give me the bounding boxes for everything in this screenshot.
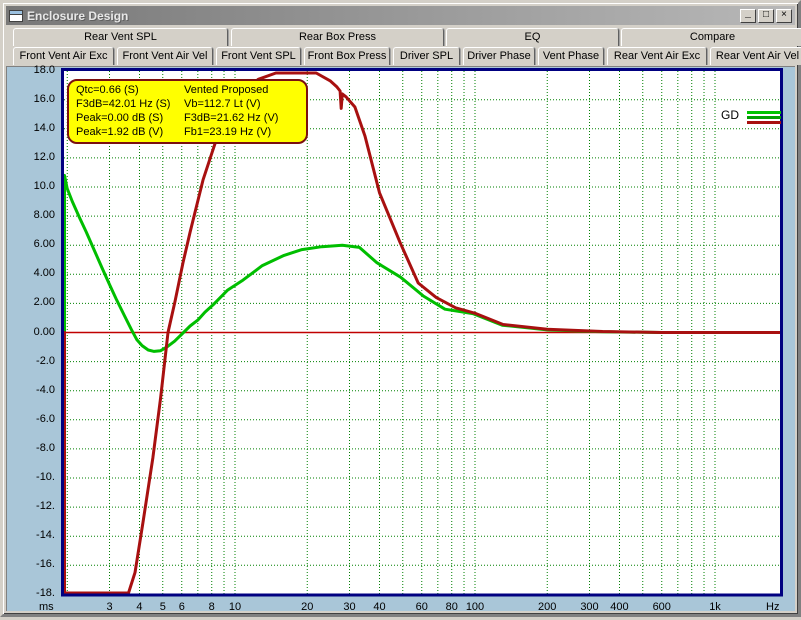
legend-line-green2-icon	[747, 116, 781, 119]
chart-panel: 18.0 16.0 14.0 12.0 10.0 8.00 6.00 4.00 2.00 0.00…	[6, 64, 795, 613]
enclosure-design-window: Enclosure Design _ □ × Rear Vent SPL Rear…	[0, 0, 801, 617]
tooltip-cell: Fb1=23.19 Hz (V)	[184, 126, 272, 138]
legend-line-green-icon	[747, 111, 781, 114]
tooltip-cell: Vented Proposed	[184, 84, 269, 96]
tooltip-cell: Peak=1.92 dB (V)	[76, 126, 164, 138]
tooltip-cell: F3dB=42.01 Hz (S)	[76, 98, 171, 110]
tooltip-cell: Vb=112.7 Lt (V)	[184, 98, 261, 110]
legend-line-darkred-icon	[747, 121, 781, 124]
tooltip-cell: F3dB=21.62 Hz (V)	[184, 112, 279, 124]
legend-gd-label: GD	[721, 108, 739, 122]
parameters-tooltip: Qtc=0.66 (S) Vented Proposed F3dB=42.01 H…	[67, 79, 308, 144]
tooltip-cell: Qtc=0.66 (S)	[76, 84, 139, 96]
tooltip-cell: Peak=0.00 dB (S)	[76, 112, 164, 124]
